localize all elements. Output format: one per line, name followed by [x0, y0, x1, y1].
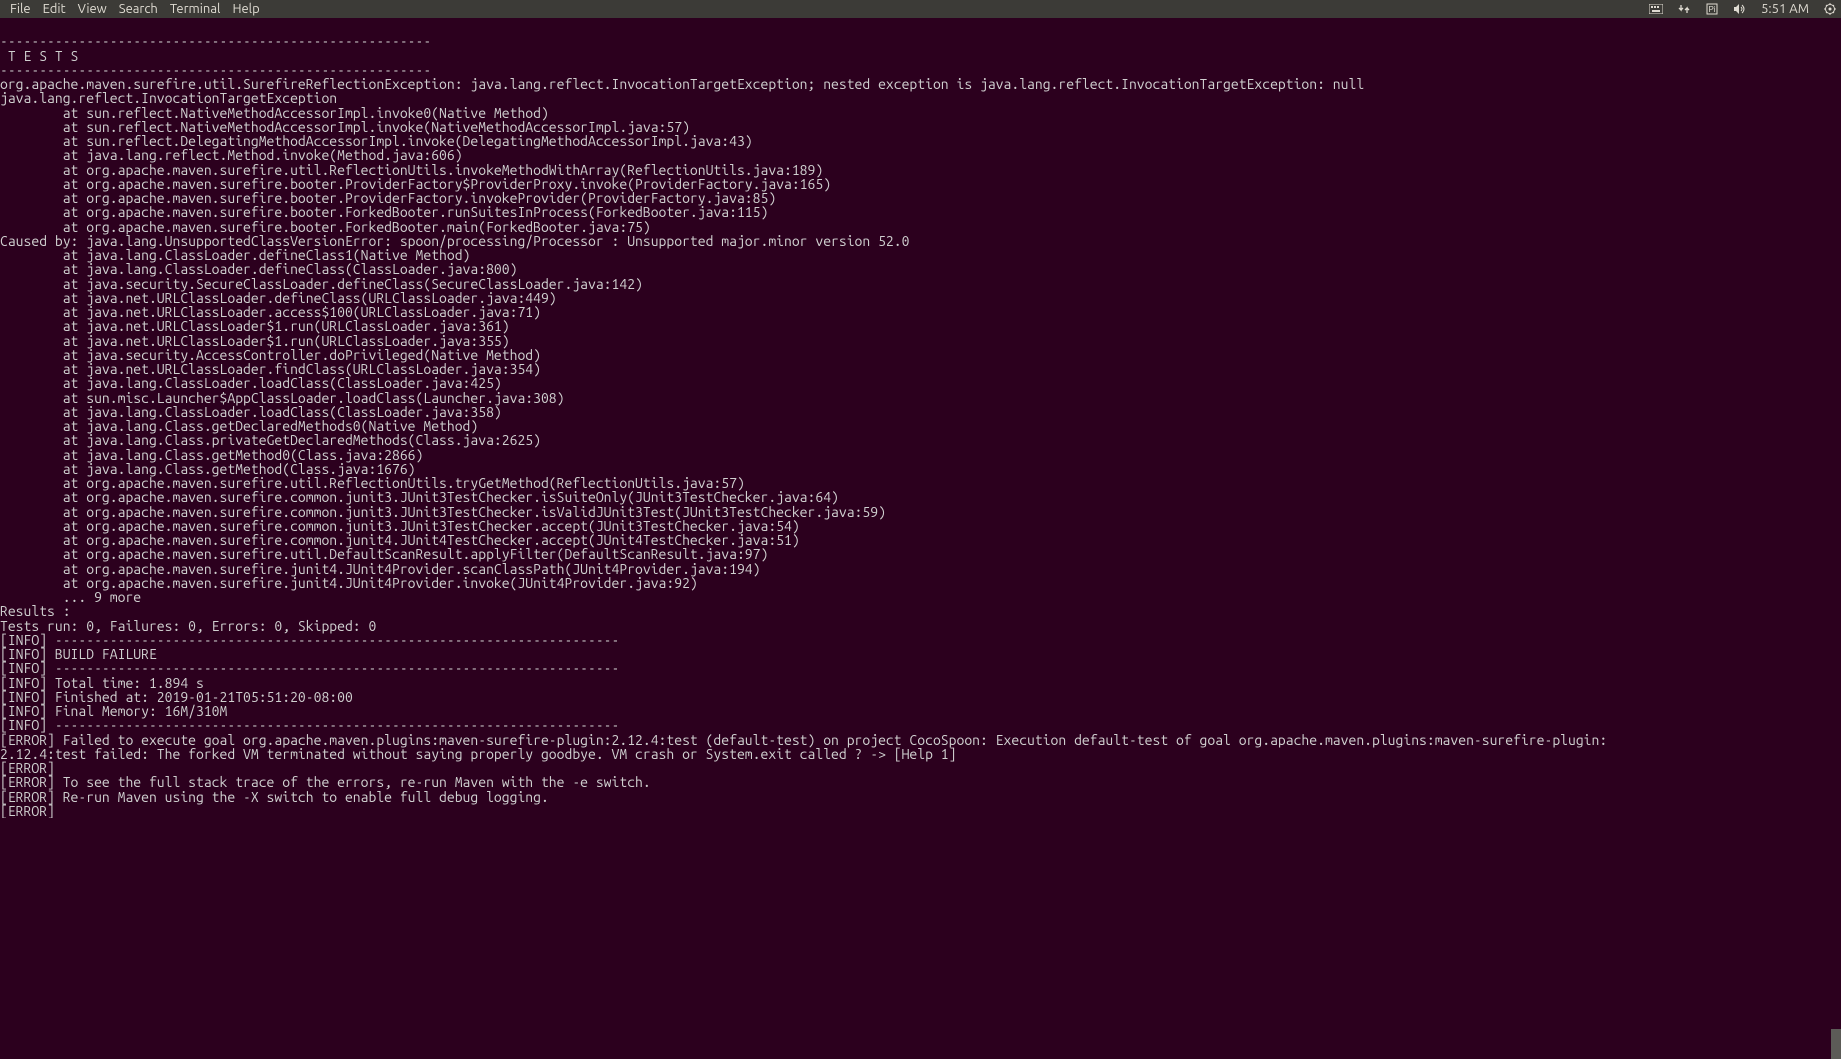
terminal-line: [ERROR]	[0, 804, 1841, 818]
terminal-line: at org.apache.maven.surefire.junit4.JUni…	[0, 562, 1841, 576]
menubar: File Edit View Search Terminal Help Pi 5…	[0, 0, 1841, 18]
menu-search[interactable]: Search	[113, 1, 164, 17]
terminal-line: at java.lang.ClassLoader.defineClass(Cla…	[0, 262, 1841, 276]
terminal-line: at java.lang.ClassLoader.loadClass(Class…	[0, 376, 1841, 390]
terminal-line: at org.apache.maven.surefire.booter.Prov…	[0, 177, 1841, 191]
clock[interactable]: 5:51 AM	[1761, 2, 1809, 16]
terminal-line: [ERROR] To see the full stack trace of t…	[0, 775, 1841, 789]
terminal-line: [INFO] ---------------------------------…	[0, 718, 1841, 732]
terminal-line: [INFO] Finished at: 2019-01-21T05:51:20-…	[0, 690, 1841, 704]
terminal-line: at org.apache.maven.surefire.common.juni…	[0, 533, 1841, 547]
terminal-line: at java.lang.Class.getMethod(Class.java:…	[0, 462, 1841, 476]
settings-gear-icon[interactable]	[1823, 2, 1837, 16]
terminal-line: at java.net.URLClassLoader.access$100(UR…	[0, 305, 1841, 319]
terminal-line: org.apache.maven.surefire.util.SurefireR…	[0, 77, 1841, 91]
terminal-line: at org.apache.maven.surefire.common.juni…	[0, 490, 1841, 504]
terminal-line: T E S T S	[0, 49, 1841, 63]
terminal-line: at sun.reflect.NativeMethodAccessorImpl.…	[0, 120, 1841, 134]
terminal-line: [ERROR]	[0, 761, 1841, 775]
terminal-line: at org.apache.maven.surefire.util.Defaul…	[0, 547, 1841, 561]
terminal-line: at java.lang.Class.getMethod0(Class.java…	[0, 448, 1841, 462]
terminal-line: at java.lang.ClassLoader.loadClass(Class…	[0, 405, 1841, 419]
terminal-line: at org.apache.maven.surefire.junit4.JUni…	[0, 576, 1841, 590]
terminal-line: [INFO] ---------------------------------…	[0, 661, 1841, 675]
terminal-line: [INFO] BUILD FAILURE	[0, 647, 1841, 661]
terminal-line: [INFO] ---------------------------------…	[0, 633, 1841, 647]
indicator-icon[interactable]: Pi	[1705, 2, 1719, 16]
menu-file[interactable]: File	[4, 1, 37, 17]
terminal-line: ... 9 more	[0, 590, 1841, 604]
menu-help[interactable]: Help	[226, 1, 265, 17]
terminal-line: Tests run: 0, Failures: 0, Errors: 0, Sk…	[0, 619, 1841, 633]
terminal-line: Results :	[0, 604, 1841, 618]
menubar-right: Pi 5:51 AM	[1649, 2, 1837, 16]
menu-view[interactable]: View	[72, 1, 113, 17]
sound-icon[interactable]	[1733, 2, 1747, 16]
terminal-line: at java.net.URLClassLoader.defineClass(U…	[0, 291, 1841, 305]
terminal-line: ----------------------------------------…	[0, 63, 1841, 77]
network-icon[interactable]	[1677, 2, 1691, 16]
terminal-line: at java.lang.Class.privateGetDeclaredMet…	[0, 433, 1841, 447]
terminal-line: [INFO] Final Memory: 16M/310M	[0, 704, 1841, 718]
terminal-output[interactable]: ----------------------------------------…	[0, 18, 1841, 818]
terminal-line: at sun.misc.Launcher$AppClassLoader.load…	[0, 391, 1841, 405]
terminal-line: at java.net.URLClassLoader$1.run(URLClas…	[0, 319, 1841, 333]
terminal-line: java.lang.reflect.InvocationTargetExcept…	[0, 91, 1841, 105]
terminal-line: 2.12.4:test failed: The forked VM termin…	[0, 747, 1841, 761]
terminal-line: at sun.reflect.NativeMethodAccessorImpl.…	[0, 106, 1841, 120]
menubar-left: File Edit View Search Terminal Help	[4, 1, 266, 17]
terminal-line: [ERROR] Failed to execute goal org.apach…	[0, 733, 1841, 747]
keyboard-icon[interactable]	[1649, 2, 1663, 16]
terminal-line: Caused by: java.lang.UnsupportedClassVer…	[0, 234, 1841, 248]
terminal-line: ----------------------------------------…	[0, 34, 1841, 48]
terminal-line: [ERROR] Re-run Maven using the -X switch…	[0, 790, 1841, 804]
terminal-line: at org.apache.maven.surefire.common.juni…	[0, 519, 1841, 533]
terminal-line: at java.lang.reflect.Method.invoke(Metho…	[0, 148, 1841, 162]
terminal-line: at org.apache.maven.surefire.common.juni…	[0, 505, 1841, 519]
terminal-line: at java.security.AccessController.doPriv…	[0, 348, 1841, 362]
terminal-line: [INFO] Total time: 1.894 s	[0, 676, 1841, 690]
terminal-line: at org.apache.maven.surefire.util.Reflec…	[0, 476, 1841, 490]
terminal-line: at java.security.SecureClassLoader.defin…	[0, 277, 1841, 291]
terminal-line: at java.net.URLClassLoader.findClass(URL…	[0, 362, 1841, 376]
menu-terminal[interactable]: Terminal	[164, 1, 227, 17]
terminal-line: at org.apache.maven.surefire.booter.Prov…	[0, 191, 1841, 205]
terminal-line: at java.net.URLClassLoader$1.run(URLClas…	[0, 334, 1841, 348]
scrollbar-thumb[interactable]	[1831, 1029, 1841, 1059]
terminal-line: at sun.reflect.DelegatingMethodAccessorI…	[0, 134, 1841, 148]
terminal-line: at org.apache.maven.surefire.booter.Fork…	[0, 220, 1841, 234]
terminal-line: at java.lang.Class.getDeclaredMethods0(N…	[0, 419, 1841, 433]
terminal-line: at org.apache.maven.surefire.booter.Fork…	[0, 205, 1841, 219]
terminal-line: at java.lang.ClassLoader.defineClass1(Na…	[0, 248, 1841, 262]
terminal-line: at org.apache.maven.surefire.util.Reflec…	[0, 163, 1841, 177]
menu-edit[interactable]: Edit	[37, 1, 72, 17]
svg-text:Pi: Pi	[1709, 5, 1716, 14]
